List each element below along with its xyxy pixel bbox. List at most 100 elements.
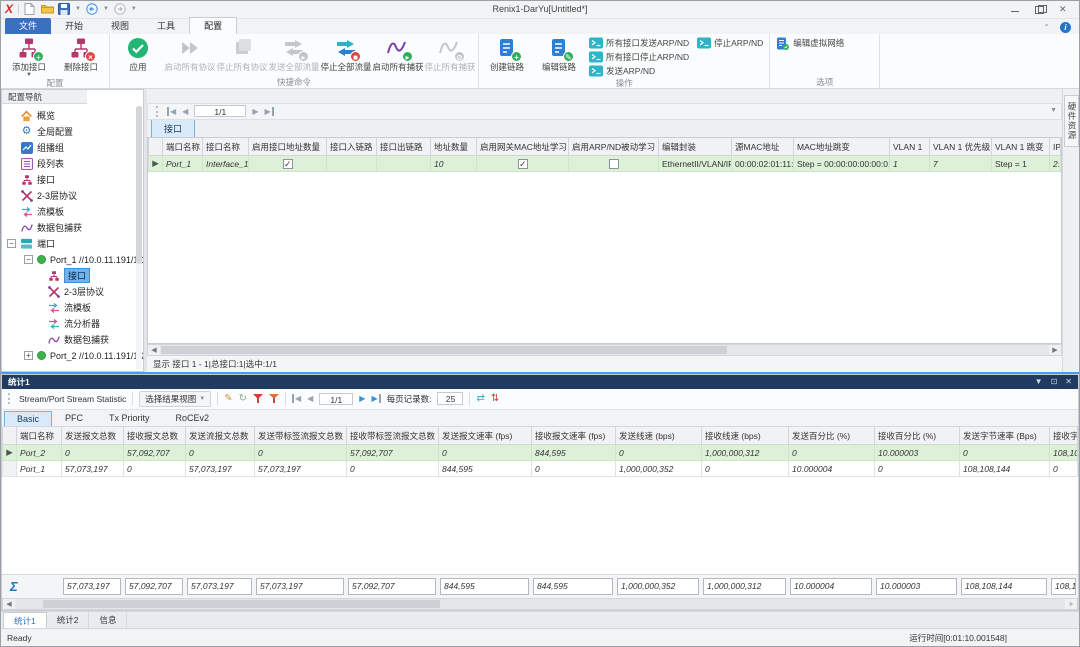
nav-vertical-scrollbar[interactable]	[136, 106, 142, 369]
clear-statistics-icon[interactable]	[253, 393, 263, 404]
undo-back-icon[interactable]	[86, 3, 98, 15]
col-rx-tagged-frames[interactable]: 接收带标签流报文总数	[347, 427, 439, 445]
first-page-icon[interactable]: ◀	[292, 394, 301, 403]
col-tx-Bps[interactable]: 发送字节速率 (Bps)	[960, 427, 1050, 445]
tab-interface-grid[interactable]: 接口	[151, 119, 195, 137]
nav-item-port1[interactable]: −Port_1 //10.0.11.191/1/1	[2, 252, 143, 268]
scroll-left-icon[interactable]: ◀	[148, 345, 160, 355]
stats-row-port1[interactable]: Port_1 57,073,197 0 57,073,197 57,073,19…	[3, 461, 1078, 477]
nav-item-stream-template[interactable]: 流模板	[2, 204, 143, 220]
col-tx-fps[interactable]: 发送报文速率 (fps)	[439, 427, 532, 445]
col-arp-passive[interactable]: 启用ARP/ND被动学习	[569, 138, 659, 156]
refresh-icon[interactable]: ↻	[239, 394, 247, 404]
col-gw-mac-learn[interactable]: 启用网关MAC地址学习	[477, 138, 569, 156]
nav-item-port1-interface[interactable]: 接口	[2, 268, 143, 284]
open-folder-icon[interactable]	[41, 3, 53, 15]
tab-rocev2[interactable]: RoCEv2	[163, 410, 223, 426]
select-result-view-button[interactable]: 选择结果视图▼	[139, 391, 211, 407]
col-vlan1-step[interactable]: VLAN 1 跳变	[992, 138, 1050, 156]
col-rx-fps[interactable]: 接收报文速率 (fps)	[532, 427, 616, 445]
tab-view[interactable]: 视图	[97, 18, 143, 34]
create-link-button[interactable]: + 创建链路	[481, 34, 533, 73]
col-rx-bps[interactable]: 接收线速 (bps)	[702, 427, 789, 445]
col-tx-tagged-frames[interactable]: 发送带标签流报文总数	[255, 427, 347, 445]
restore-button[interactable]	[1035, 5, 1045, 14]
expand-icon[interactable]: +	[24, 351, 33, 360]
gw-mac-learn-checkbox[interactable]	[518, 159, 528, 169]
edit-virtual-network-button[interactable]: 编辑虚拟网络	[776, 37, 844, 49]
tab-tx-priority[interactable]: Tx Priority	[96, 410, 163, 426]
col-tx-percent[interactable]: 发送百分比 (%)	[789, 427, 875, 445]
nav-item-packet-capture[interactable]: 数据包捕获	[2, 220, 143, 236]
col-out-link[interactable]: 接口出链路	[377, 138, 431, 156]
tab-file[interactable]: 文件	[5, 18, 51, 34]
scroll-left-icon[interactable]: ◀	[3, 599, 15, 609]
edit-view-icon[interactable]: ✎	[224, 394, 232, 404]
hardware-resources-tab[interactable]: 硬件资源	[1064, 95, 1079, 147]
swap-columns-icon[interactable]: ⇄	[476, 394, 484, 404]
toolbar-overflow-icon[interactable]: ▼	[1050, 107, 1057, 114]
stop-all-protocols-button[interactable]: 停止所有协议	[216, 34, 268, 73]
arp-passive-checkbox[interactable]	[609, 159, 619, 169]
col-in-link[interactable]: 接口入链路	[327, 138, 377, 156]
clear-all-statistics-icon[interactable]	[269, 393, 279, 404]
col-rx-Bps[interactable]: 接收字节速	[1050, 427, 1078, 445]
stop-all-traffic-button[interactable]: ■ 停止全部流量	[320, 34, 372, 73]
col-ipv4[interactable]: IPv4	[1050, 138, 1061, 156]
nav-item-port2[interactable]: +Port_2 //10.0.11.191/1/2	[2, 348, 143, 364]
prev-page-icon[interactable]: ◀	[182, 107, 188, 116]
last-page-icon[interactable]: ▶	[371, 394, 380, 403]
nav-item-port1-stream-template[interactable]: 流模板	[2, 300, 143, 316]
send-all-traffic-button[interactable]: ▸ 发送全部流量	[268, 34, 320, 73]
col-rx-frames[interactable]: 接收报文总数	[124, 427, 186, 445]
col-enable-addr-count[interactable]: 启用接口地址数量	[249, 138, 327, 156]
col-vlan1[interactable]: VLAN 1	[890, 138, 930, 156]
nav-item-overview[interactable]: 概览	[2, 108, 143, 124]
first-page-icon[interactable]: ◀	[167, 107, 176, 116]
col-tx-stream-frames[interactable]: 发送流报文总数	[186, 427, 255, 445]
new-file-icon[interactable]	[24, 3, 36, 15]
arp-send-button[interactable]: 发送ARP/ND	[589, 65, 689, 77]
col-src-mac[interactable]: 源MAC地址	[732, 138, 794, 156]
col-tx-bps[interactable]: 发送线速 (bps)	[616, 427, 702, 445]
tab-basic[interactable]: Basic	[4, 411, 52, 426]
tab-home[interactable]: 开始	[51, 18, 97, 34]
qat-overflow-icon[interactable]: ▼	[131, 6, 137, 12]
start-all-capture-button[interactable]: ▸ 启动所有捕获	[372, 34, 424, 73]
stats-row-port2[interactable]: ▶ Port_2 0 57,092,707 0 0 57,092,707 0 8…	[3, 445, 1078, 461]
sort-rows-icon[interactable]: ⇅	[491, 394, 499, 404]
scroll-right-icon[interactable]: »	[1065, 599, 1077, 609]
tab-tools[interactable]: 工具	[143, 18, 189, 34]
delete-interface-button[interactable]: × 删除接口	[55, 34, 107, 73]
col-addr-count[interactable]: 地址数量	[431, 138, 477, 156]
tab-statistics2[interactable]: 统计2	[47, 612, 90, 628]
start-all-protocols-button[interactable]: 启动所有协议	[164, 34, 216, 73]
stop-all-capture-button[interactable]: ⊘ 停止所有捕获	[424, 34, 476, 73]
col-port-name[interactable]: 端口名称	[17, 427, 62, 445]
interface-row-port1[interactable]: ▶ Port_1 Interface_1 10 EthernetII/VLAN/…	[149, 156, 1061, 172]
last-page-icon[interactable]: ▶	[264, 107, 273, 116]
col-mac-step[interactable]: MAC地址跳变	[794, 138, 890, 156]
pin-icon[interactable]: ⊡	[1051, 377, 1058, 386]
info-icon[interactable]: i	[1060, 22, 1071, 33]
save-icon[interactable]	[58, 3, 70, 15]
per-page-input[interactable]: 25	[437, 392, 463, 405]
next-page-icon[interactable]: ▶	[359, 394, 365, 403]
nav-item-interface[interactable]: 接口	[2, 172, 143, 188]
interface-grid-hscrollbar[interactable]: ◀ ▶	[147, 344, 1062, 356]
enable-addr-count-checkbox[interactable]	[283, 159, 293, 169]
nav-item-segment-list[interactable]: 段列表	[2, 156, 143, 172]
col-encap[interactable]: 编辑封装	[659, 138, 732, 156]
col-interface-name[interactable]: 接口名称	[203, 138, 249, 156]
collapse-ribbon-icon[interactable]: ⌃	[1043, 23, 1050, 32]
nav-item-ports[interactable]: −端口	[2, 236, 143, 252]
scroll-right-icon[interactable]: ▶	[1049, 345, 1061, 355]
tab-statistics1[interactable]: 统计1	[3, 612, 47, 628]
tab-pfc[interactable]: PFC	[52, 410, 96, 426]
save-dropdown-icon[interactable]: ▼	[75, 6, 81, 12]
nav-item-global-config[interactable]: ⚙全局配置	[2, 124, 143, 140]
apply-button[interactable]: 应用	[112, 34, 164, 73]
nav-item-l23-protocols[interactable]: 2-3层协议	[2, 188, 143, 204]
arp-stop-button[interactable]: 停止ARP/ND	[697, 37, 763, 49]
close-panel-icon[interactable]: ✕	[1065, 377, 1072, 386]
